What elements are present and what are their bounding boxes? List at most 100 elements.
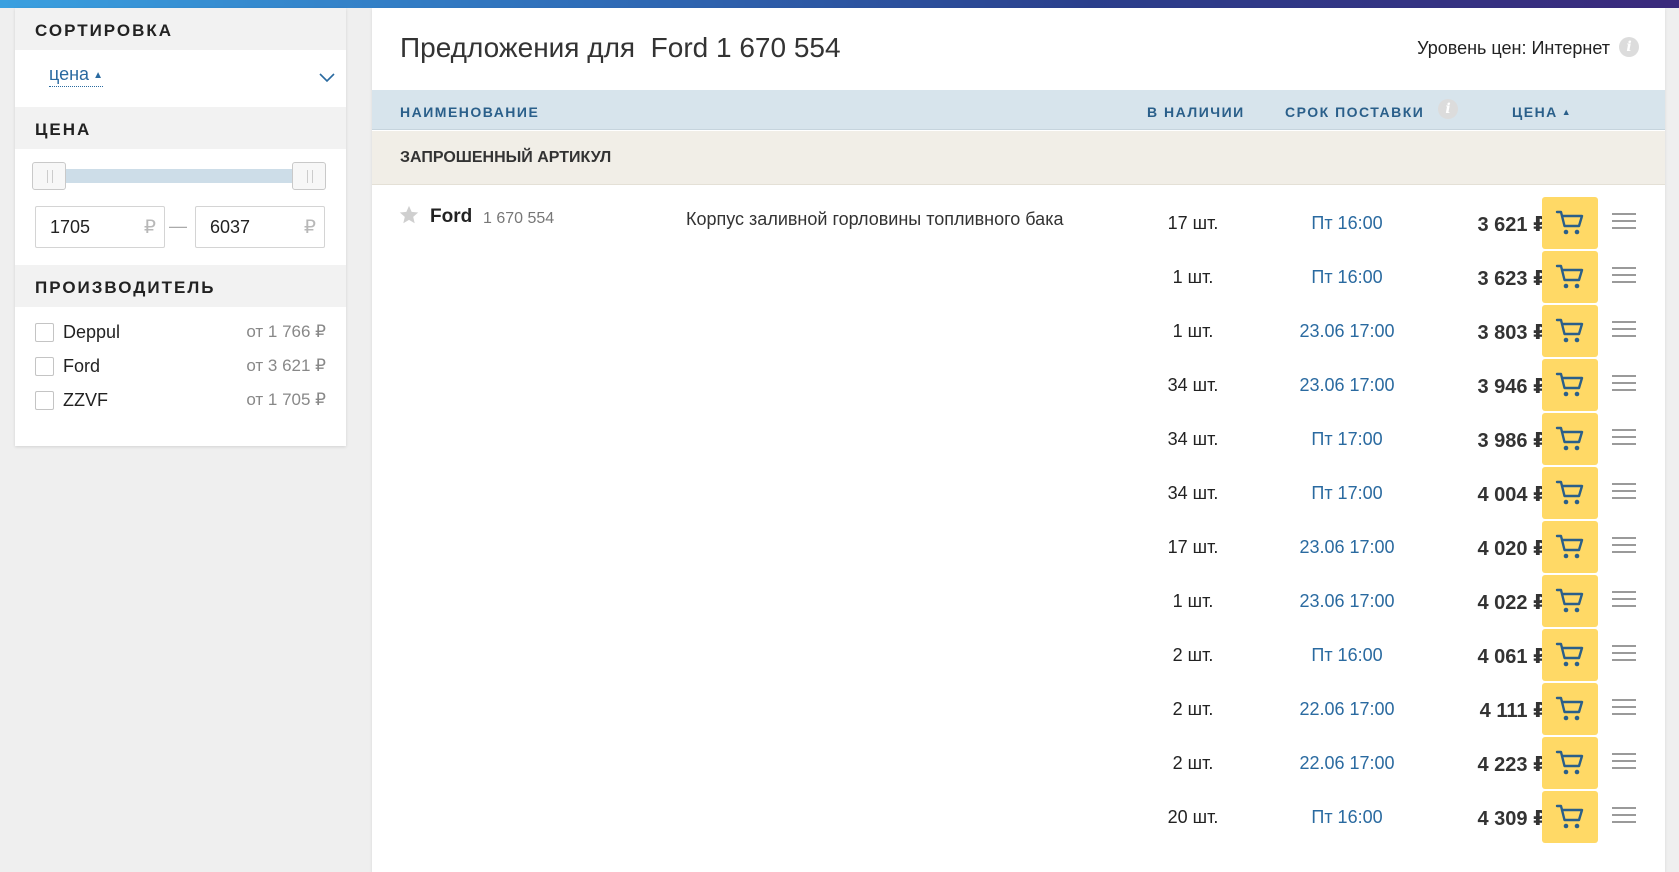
add-to-cart-button[interactable] [1542, 197, 1598, 249]
sort-heading: СОРТИРОВКА [15, 8, 346, 50]
column-header-price[interactable]: ЦЕНА ▲ [1512, 104, 1572, 120]
price-level-label[interactable]: Уровень цен: Интернет [1417, 38, 1610, 59]
add-to-cart-button[interactable] [1542, 413, 1598, 465]
cart-icon [1555, 750, 1584, 775]
menu-icon[interactable] [1611, 804, 1637, 826]
offers-panel: Предложения для Ford 1 670 554 Уровень ц… [372, 8, 1665, 872]
sort-value[interactable]: цена ▲ [49, 64, 103, 87]
manufacturer-list: Deppul от 1 766 ₽ Ford от 3 621 ₽ ZZVF о… [15, 307, 346, 417]
chevron-down-icon[interactable] [318, 68, 336, 86]
offer-delivery: 22.06 17:00 [1299, 753, 1395, 773]
offer-quantity: 17 шт. [1167, 213, 1219, 233]
price-max-handle[interactable] [292, 162, 326, 190]
offer-quantity: 34 шт. [1167, 483, 1219, 503]
offer-quantity: 34 шт. [1167, 429, 1219, 449]
manufacturer-name: Deppul [63, 322, 121, 342]
manufacturer-checkbox[interactable] [35, 323, 54, 342]
offer-row: 34 шт. Пт 17:00 4 004 ₽ [372, 463, 1665, 521]
offer-quantity: 1 шт. [1172, 267, 1214, 287]
cart-icon [1555, 480, 1584, 505]
price-heading: ЦЕНА [15, 107, 346, 149]
price-min-handle[interactable] [32, 162, 66, 190]
offer-price: 3 946 ₽ [1477, 376, 1547, 398]
manufacturer-min-price: от 1 766 ₽ [246, 322, 326, 341]
offer-row: 17 шт. Пт 16:00 3 621 ₽ [372, 193, 1665, 251]
manufacturer-item[interactable]: ZZVF от 1 705 ₽ [15, 383, 346, 417]
offer-row: 34 шт. Пт 17:00 3 986 ₽ [372, 409, 1665, 467]
offer-price: 3 803 ₽ [1477, 322, 1547, 344]
offer-quantity: 2 шт. [1172, 753, 1214, 773]
info-icon[interactable]: i [1619, 37, 1639, 57]
add-to-cart-button[interactable] [1542, 251, 1598, 303]
add-to-cart-button[interactable] [1542, 467, 1598, 519]
cart-icon [1555, 210, 1584, 235]
cart-icon [1555, 804, 1584, 829]
menu-icon[interactable] [1611, 372, 1637, 394]
column-header-delivery[interactable]: СРОК ПОСТАВКИ [1285, 104, 1424, 120]
add-to-cart-button[interactable] [1542, 575, 1598, 627]
offer-delivery: Пт 16:00 [1311, 267, 1383, 287]
add-to-cart-button[interactable] [1542, 359, 1598, 411]
menu-icon[interactable] [1611, 480, 1637, 502]
manufacturer-item[interactable]: Deppul от 1 766 ₽ [15, 315, 346, 349]
menu-icon[interactable] [1611, 264, 1637, 286]
price-filter: 1705 ₽ — 6037 ₽ [15, 149, 346, 265]
manufacturer-checkbox[interactable] [35, 357, 54, 376]
price-max-input[interactable]: 6037 ₽ [195, 206, 325, 248]
offer-delivery: 23.06 17:00 [1299, 537, 1395, 557]
menu-icon[interactable] [1611, 642, 1637, 664]
offer-delivery: Пт 16:00 [1311, 807, 1383, 827]
column-header-name[interactable]: НАИМЕНОВАНИЕ [400, 104, 539, 120]
offer-quantity: 2 шт. [1172, 645, 1214, 665]
manufacturer-item[interactable]: Ford от 3 621 ₽ [15, 349, 346, 383]
menu-icon[interactable] [1611, 534, 1637, 556]
add-to-cart-button[interactable] [1542, 629, 1598, 681]
menu-icon[interactable] [1611, 696, 1637, 718]
offer-row: 2 шт. Пт 16:00 4 061 ₽ [372, 625, 1665, 683]
menu-icon[interactable] [1611, 318, 1637, 340]
offer-quantity: 1 шт. [1172, 321, 1214, 341]
delivery-info-icon[interactable]: i [1438, 99, 1458, 119]
sort-direction-icon: ▲ [93, 70, 103, 81]
section-title: ЗАПРОШЕННЫЙ АРТИКУЛ [400, 149, 612, 166]
sort-direction-icon: ▲ [1561, 107, 1573, 117]
add-to-cart-button[interactable] [1542, 791, 1598, 843]
add-to-cart-button[interactable] [1542, 521, 1598, 573]
menu-icon[interactable] [1611, 210, 1637, 232]
menu-icon[interactable] [1611, 426, 1637, 448]
offer-row: 34 шт. 23.06 17:00 3 946 ₽ [372, 355, 1665, 413]
offer-row: 2 шт. 22.06 17:00 4 111 ₽ [372, 679, 1665, 737]
manufacturer-checkbox[interactable] [35, 391, 54, 410]
column-header-stock[interactable]: В НАЛИЧИИ [1147, 104, 1245, 120]
offer-quantity: 34 шт. [1167, 375, 1219, 395]
manufacturer-heading: ПРОИЗВОДИТЕЛЬ [15, 265, 346, 307]
manufacturer-name: Ford [63, 356, 101, 376]
sort-dropdown[interactable]: цена ▲ [15, 50, 346, 107]
menu-icon[interactable] [1611, 750, 1637, 772]
offer-delivery: 23.06 17:00 [1299, 321, 1395, 341]
offer-delivery: 23.06 17:00 [1299, 591, 1395, 611]
offer-delivery: Пт 16:00 [1311, 645, 1383, 665]
offer-price: 4 004 ₽ [1477, 484, 1547, 506]
offer-price: 3 621 ₽ [1477, 214, 1547, 236]
offer-delivery: 22.06 17:00 [1299, 699, 1395, 719]
offer-price: 4 111 ₽ [1479, 700, 1547, 722]
menu-icon[interactable] [1611, 588, 1637, 610]
offer-row: 1 шт. Пт 16:00 3 623 ₽ [372, 247, 1665, 305]
offer-row: 20 шт. Пт 16:00 4 309 ₽ [372, 787, 1665, 845]
offer-row: 1 шт. 23.06 17:00 4 022 ₽ [372, 571, 1665, 629]
add-to-cart-button[interactable] [1542, 683, 1598, 735]
manufacturer-name: ZZVF [63, 390, 108, 410]
offer-quantity: 20 шт. [1167, 807, 1219, 827]
table-header: НАИМЕНОВАНИЕ В НАЛИЧИИ СРОК ПОСТАВКИ i Ц… [372, 90, 1665, 130]
add-to-cart-button[interactable] [1542, 737, 1598, 789]
offer-delivery: Пт 17:00 [1311, 483, 1383, 503]
offer-quantity: 17 шт. [1167, 537, 1219, 557]
manufacturer-min-price: от 3 621 ₽ [246, 356, 326, 375]
currency-symbol: ₽ [303, 217, 316, 238]
offer-row: 1 шт. 23.06 17:00 3 803 ₽ [372, 301, 1665, 359]
price-min-input[interactable]: 1705 ₽ [35, 206, 165, 248]
offer-price: 4 022 ₽ [1477, 592, 1547, 614]
add-to-cart-button[interactable] [1542, 305, 1598, 357]
price-range-track[interactable] [35, 169, 325, 183]
